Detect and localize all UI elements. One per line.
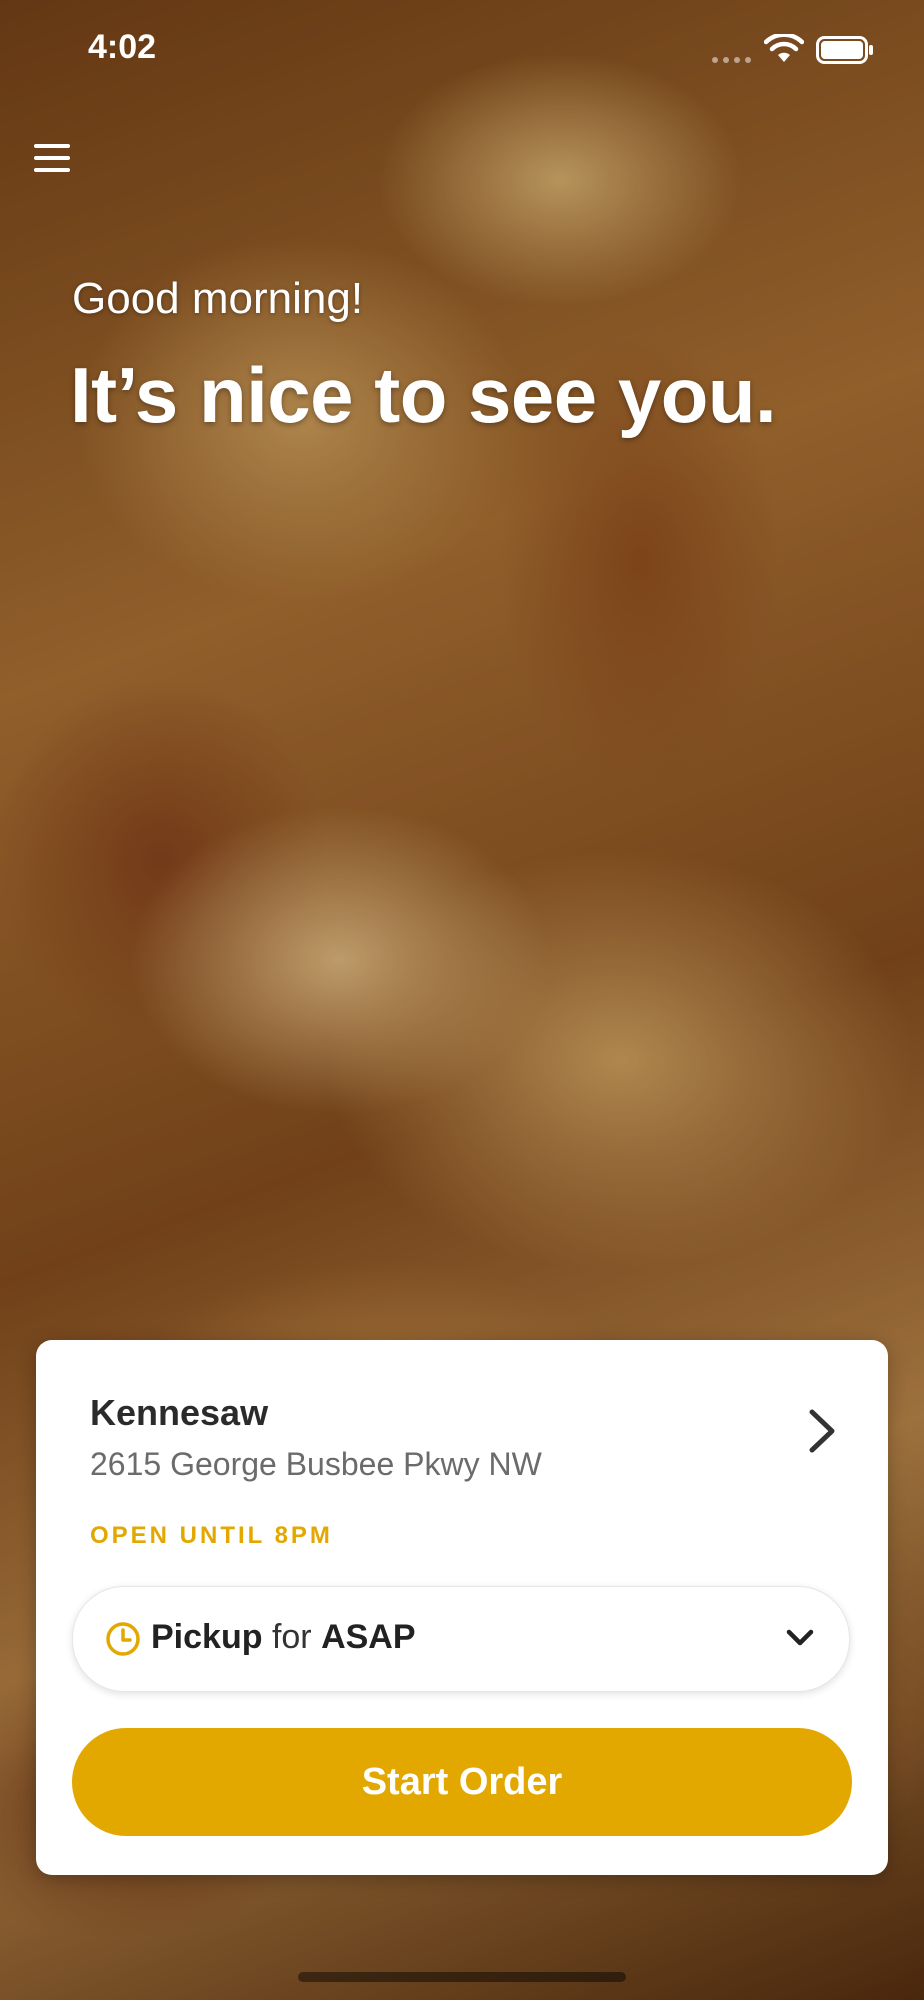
store-card: Kennesaw 2615 George Busbee Pkwy NW OPEN… <box>36 1340 888 1875</box>
welcome-headline: It’s nice to see you. <box>70 351 777 439</box>
hamburger-menu-icon[interactable] <box>34 140 74 176</box>
chevron-down-icon <box>786 1629 814 1646</box>
app-screen: 4:02 Good morning! It’s nice to see you.… <box>0 0 924 2000</box>
store-location-row[interactable]: Kennesaw 2615 George Busbee Pkwy NW <box>36 1340 888 1490</box>
battery-icon <box>816 36 873 64</box>
home-indicator[interactable] <box>298 1972 626 1982</box>
chevron-right-icon <box>809 1409 835 1453</box>
clock-icon <box>106 1622 140 1656</box>
store-name: Kennesaw <box>90 1392 269 1433</box>
greeting-text: Good morning! <box>72 274 364 323</box>
store-address: 2615 George Busbee Pkwy NW <box>90 1446 542 1482</box>
order-mode-selector[interactable]: Pickup for ASAP <box>72 1586 850 1692</box>
order-mode-connector: for <box>271 1618 312 1656</box>
order-mode-text: Pickup for ASAP <box>151 1618 416 1657</box>
wifi-icon <box>764 34 804 62</box>
cellular-signal-icon <box>712 57 751 63</box>
status-time: 4:02 <box>88 28 157 66</box>
order-time-label: ASAP <box>321 1618 416 1656</box>
status-bar: 4:02 <box>0 0 924 100</box>
start-order-button[interactable]: Start Order <box>72 1728 852 1836</box>
store-hours-status: OPEN UNTIL 8PM <box>90 1522 333 1549</box>
order-mode-label: Pickup <box>151 1618 263 1656</box>
